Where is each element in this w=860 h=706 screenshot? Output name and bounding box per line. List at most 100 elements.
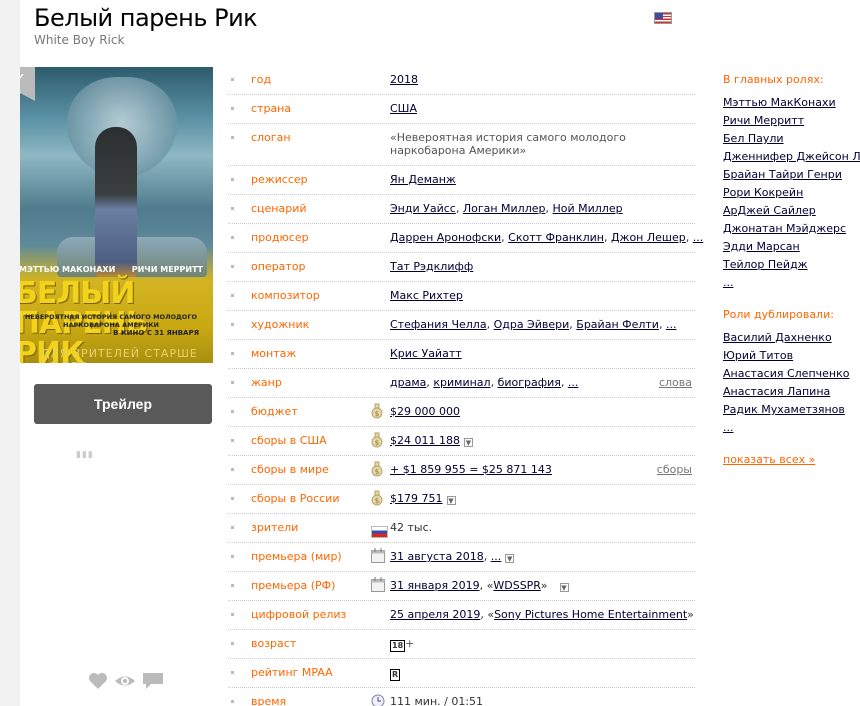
- info-row-time: время 111 мин. / 01:51: [228, 688, 695, 706]
- cast-link[interactable]: Джонатан Мэйджерс: [723, 222, 860, 240]
- dubbing-more-link[interactable]: ...: [723, 421, 860, 439]
- dubbing-link[interactable]: Юрий Титов: [723, 349, 860, 367]
- person-link[interactable]: Джон Лешер: [611, 231, 686, 244]
- more-link[interactable]: ...: [568, 376, 579, 389]
- info-row-country: страна США: [228, 95, 695, 124]
- loading-dots-icon: ▮▮▮: [76, 450, 94, 460]
- more-link[interactable]: ...: [666, 318, 677, 331]
- more-link[interactable]: ...: [693, 231, 704, 244]
- svg-text:$: $: [375, 468, 379, 476]
- info-row-producer: продюсер Даррен Аронофски, Скотт Франкли…: [228, 224, 703, 253]
- trailer-button[interactable]: Трейлер: [34, 384, 212, 424]
- film-original-title: White Boy Rick: [34, 33, 125, 47]
- person-link[interactable]: Скотт Франклин: [508, 231, 604, 244]
- poster-tagline: НЕВЕРОЯТНАЯ ИСТОРИЯ САМОГО МОЛОДОГО НАРК…: [24, 313, 197, 329]
- dubbing-link[interactable]: Василий Дахненко: [723, 331, 860, 349]
- cast-link[interactable]: Брайан Тайри Генри: [723, 168, 860, 186]
- money-bag-icon: $: [371, 432, 383, 452]
- expand-icon[interactable]: ▼: [446, 496, 456, 505]
- dubbing-link[interactable]: Анастасия Слепченко: [723, 367, 860, 385]
- person-link[interactable]: Ян Деманж: [390, 173, 456, 186]
- person-link[interactable]: Макс Рихтер: [390, 289, 463, 302]
- genre-link[interactable]: драма: [390, 376, 426, 389]
- age-badge[interactable]: 18: [390, 640, 406, 652]
- heart-icon[interactable]: [88, 672, 108, 690]
- calendar-icon: [371, 577, 385, 596]
- cast-link[interactable]: Эдди Марсан: [723, 240, 860, 258]
- mpaa-badge[interactable]: R: [390, 669, 401, 681]
- distributor-link[interactable]: Sony Pictures Home Entertainment: [494, 608, 687, 621]
- gross-usa-link[interactable]: $24 011 188: [390, 434, 460, 447]
- gross-world-link[interactable]: + $1 859 955 = $25 871 143: [390, 463, 552, 476]
- money-bag-icon: $: [371, 403, 383, 423]
- premiere-world-link[interactable]: 31 августа 2018: [390, 550, 484, 563]
- cast-heading: В главных ролях:: [723, 73, 824, 86]
- budget-link[interactable]: $29 000 000: [390, 405, 460, 418]
- year-link[interactable]: 2018: [390, 73, 418, 86]
- cast-link[interactable]: Бел Паули: [723, 132, 860, 150]
- genre-link[interactable]: криминал: [433, 376, 490, 389]
- person-link[interactable]: Стефания Челла: [390, 318, 487, 331]
- us-flag-icon[interactable]: [654, 12, 672, 24]
- gross-russia-link[interactable]: $179 751: [390, 492, 443, 505]
- expand-icon[interactable]: ▼: [559, 583, 569, 592]
- genre-link[interactable]: биография: [498, 376, 561, 389]
- cast-link[interactable]: Тейлор Пейдж: [723, 258, 860, 276]
- cast-more-link[interactable]: ...: [723, 276, 860, 294]
- info-row-viewers: зрители 42 тыс.: [228, 514, 695, 543]
- svg-text:$: $: [375, 410, 379, 418]
- expand-icon[interactable]: ▼: [463, 438, 473, 447]
- more-link[interactable]: ...: [491, 550, 502, 563]
- calendar-icon: [371, 548, 385, 567]
- person-link[interactable]: Энди Уайсс: [390, 202, 456, 215]
- info-row-gross-world: сборы в мире $ + $1 859 955 = $25 871 14…: [228, 456, 695, 485]
- info-row-artist: художник Стефания Челла, Одра Эйвери, Бр…: [228, 311, 695, 340]
- cast-link[interactable]: Рори Кокрейн: [723, 186, 860, 204]
- show-all-link[interactable]: показать всех »: [723, 453, 860, 471]
- user-actions: [88, 672, 164, 690]
- distributor-link[interactable]: WDSSPR: [493, 579, 540, 592]
- viewers-value: 42 тыс.: [390, 521, 433, 534]
- cast-link[interactable]: Дженнифер Джейсон Ли: [723, 150, 860, 168]
- person-link[interactable]: Ной Миллер: [552, 202, 622, 215]
- info-row-gross-usa: сборы в США $ $24 011 188 ▼: [228, 427, 695, 456]
- person-link[interactable]: Одра Эйвери: [494, 318, 570, 331]
- dubbing-link[interactable]: Анастасия Лапина: [723, 385, 860, 403]
- poster-age-note: ДЛЯ ЗРИТЕЛЕЙ СТАРШЕ 18 ЛЕТ: [41, 347, 198, 363]
- comment-icon[interactable]: [142, 672, 164, 690]
- clock-icon: [371, 693, 385, 706]
- info-row-budget: бюджет $ $29 000 000: [228, 398, 695, 427]
- person-link[interactable]: Логан Миллер: [463, 202, 546, 215]
- person-link[interactable]: Даррен Аронофски: [390, 231, 501, 244]
- cast-link[interactable]: Мэттью МакКонахи: [723, 96, 860, 114]
- svg-text:$: $: [375, 439, 379, 447]
- info-row-director: режиссер Ян Деманж: [228, 166, 695, 195]
- box-office-link[interactable]: сборы: [657, 463, 692, 476]
- info-row-writer: сценарий Энди Уайсс, Логан Миллер, Ной М…: [228, 195, 695, 224]
- info-row-age: возраст 18 +: [228, 630, 695, 659]
- person-link[interactable]: Брайан Фелти: [576, 318, 659, 331]
- dubbing-link[interactable]: Радик Мухаметзянов: [723, 403, 860, 421]
- info-row-mpaa: рейтинг MPAA R: [228, 659, 695, 688]
- info-row-editor: монтаж Крис Уайатт: [228, 340, 695, 369]
- keywords-link[interactable]: слова: [659, 376, 692, 389]
- poster-actor-left: МЭТТЬЮ МАКОНАХИ: [20, 265, 116, 274]
- country-link[interactable]: США: [390, 102, 417, 115]
- info-row-digital: цифровой релиз 25 апреля 2019, «Sony Pic…: [228, 601, 695, 630]
- film-info-table: год 2018 страна США слоган «Невероятная …: [228, 66, 703, 706]
- expand-icon[interactable]: ▼: [505, 554, 515, 563]
- film-poster[interactable]: МЭТТЬЮ МАКОНАХИ РИЧИ МЕРРИТТ БЕЛЫЙ ПАРЕН…: [20, 67, 213, 363]
- info-row-genre: жанр драма, криминал, биография, ... сло…: [228, 369, 695, 398]
- info-row-premiere-rf: премьера (РФ) 31 января 2019, «WDSSPR» ▼: [228, 572, 695, 601]
- poster-actor-right: РИЧИ МЕРРИТТ: [131, 265, 203, 274]
- cast-link[interactable]: Ричи Мерритт: [723, 114, 860, 132]
- cast-link[interactable]: АрДжей Сайлер: [723, 204, 860, 222]
- person-link[interactable]: Крис Уайатт: [390, 347, 462, 360]
- digital-release-link[interactable]: 25 апреля 2019: [390, 608, 480, 621]
- svg-text:$: $: [375, 497, 379, 505]
- eye-icon[interactable]: [114, 672, 136, 690]
- premiere-rf-link[interactable]: 31 января 2019: [390, 579, 480, 592]
- info-row-composer: композитор Макс Рихтер: [228, 282, 695, 311]
- poster-release: В КИНО С 31 ЯНВАРЯ: [113, 329, 199, 337]
- person-link[interactable]: Тат Рэдклифф: [390, 260, 473, 273]
